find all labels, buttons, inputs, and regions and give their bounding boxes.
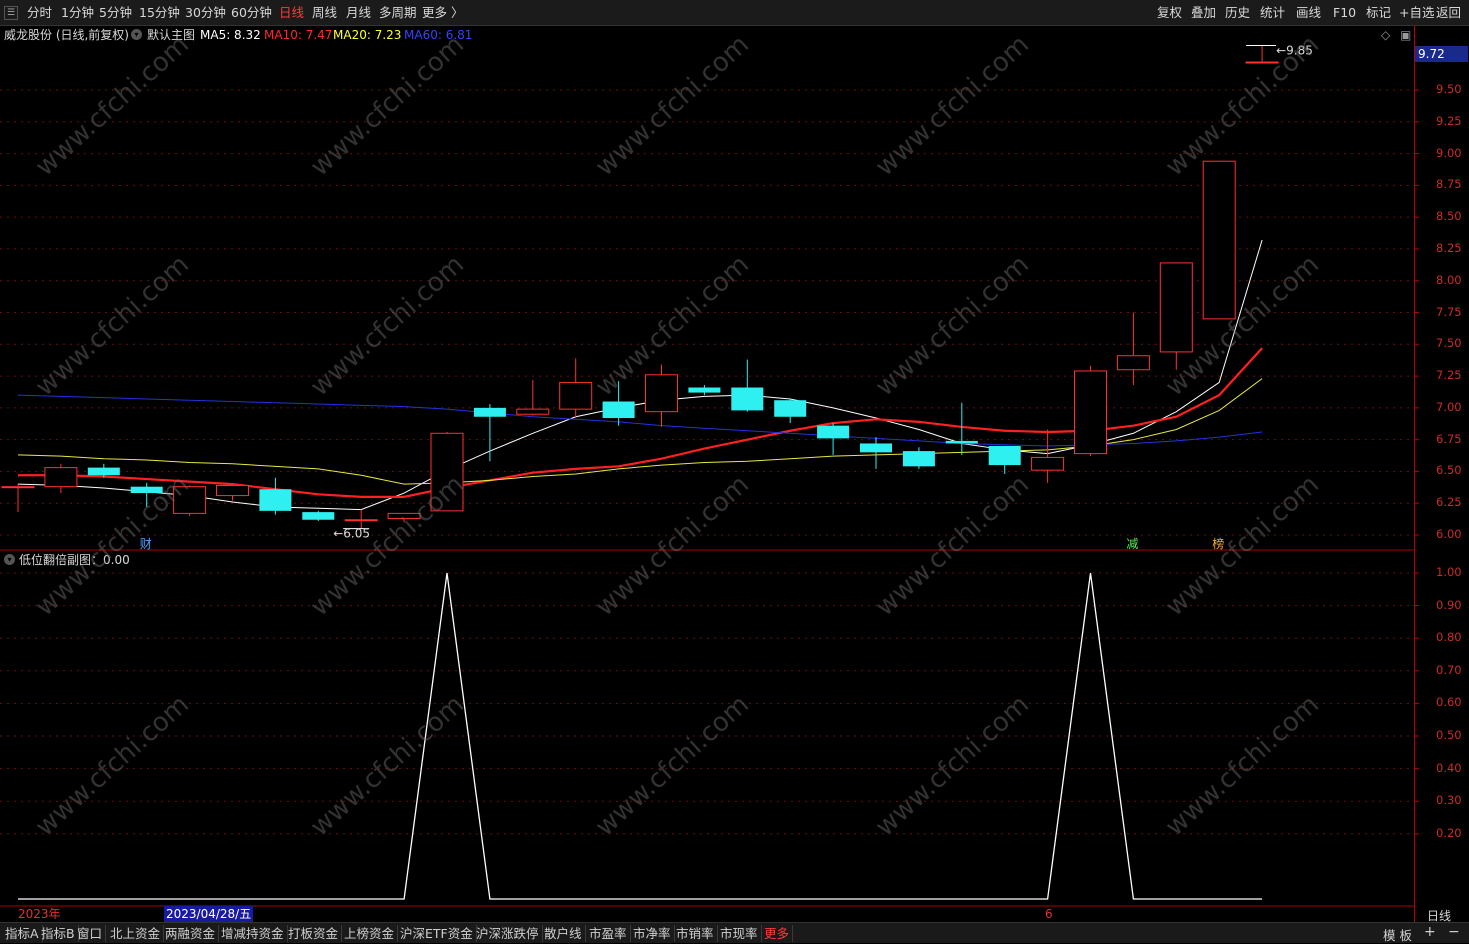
indicator-tab-5[interactable]: 增减持资金 xyxy=(218,925,288,942)
candle-body-up xyxy=(1202,160,1236,320)
candle-body-up xyxy=(516,408,550,415)
indicator-tab-1[interactable]: 指标B xyxy=(38,925,79,942)
indicator-tab-0[interactable]: 指标A xyxy=(2,925,43,942)
candle-body-down xyxy=(902,451,935,467)
candle-body-up xyxy=(1074,370,1107,455)
candle-body-down xyxy=(87,467,120,476)
candle-body-up xyxy=(1031,456,1065,471)
indicator-tab-4[interactable]: 两融资金 xyxy=(162,925,220,942)
candle-body-up xyxy=(1116,355,1150,371)
candle-body-down xyxy=(259,489,292,511)
indicator-tab-6[interactable]: 打板资金 xyxy=(285,925,343,942)
indicator-tab-14[interactable]: 市现率 xyxy=(717,925,762,942)
bottom-indicator-tabs: 指标A 指标B 窗口 北上资金 两融资金 增减持资金 打板资金 上榜资金 沪深ETF资金 沪深涨跌… xyxy=(0,922,1469,943)
indicator-tab-7[interactable]: 上榜资金 xyxy=(341,925,399,942)
candle-body-down xyxy=(688,387,721,393)
candle-body-up xyxy=(344,519,378,522)
candle-body-up xyxy=(559,381,593,410)
indicator-tab-8[interactable]: 沪深ETF资金 xyxy=(397,925,477,942)
indicator-tab-12[interactable]: 市净率 xyxy=(630,925,675,942)
zoom-in-button[interactable]: + xyxy=(1424,924,1436,940)
candle-body-down xyxy=(988,446,1021,466)
candle-body-up xyxy=(1159,262,1193,353)
event-marker: 减 xyxy=(1126,537,1138,551)
candle-body-up xyxy=(216,484,249,497)
indicator-tab-10[interactable]: 散户线 xyxy=(541,925,586,942)
indicator-tab-11[interactable]: 市盈率 xyxy=(586,925,631,942)
indicator-tab-9[interactable]: 沪深涨跌停 xyxy=(473,925,543,942)
candle-body-down xyxy=(945,440,978,444)
candle-body-down xyxy=(302,512,335,520)
indicator-tab-3[interactable]: 北上资金 xyxy=(107,925,165,942)
indicator-tab-2[interactable]: 窗口 xyxy=(74,925,107,942)
indicator-tab-13[interactable]: 市销率 xyxy=(673,925,718,942)
candle-body-down xyxy=(602,401,635,419)
candle-body-down xyxy=(731,387,764,411)
candle-body-down xyxy=(817,425,850,439)
template-button[interactable]: 模 板 xyxy=(1383,925,1412,944)
cursor-date: 2023/04/28/五 xyxy=(164,906,254,922)
low-marker-label: ←6.05 xyxy=(333,527,370,541)
indicator-tab-15[interactable]: 更多 xyxy=(761,925,794,942)
date-axis: 2023年 2023/04/28/五 6 xyxy=(0,906,1414,922)
zoom-out-button[interactable]: − xyxy=(1448,924,1460,940)
candle-body-down xyxy=(774,400,807,417)
candle-body-down xyxy=(473,407,506,417)
candle-body-up xyxy=(44,467,78,488)
candle-body-down xyxy=(860,443,892,453)
year-label: 2023年 xyxy=(18,907,61,921)
candle-body-up xyxy=(1,486,35,489)
candle-body-up xyxy=(645,374,678,413)
month-label: 6 xyxy=(1045,907,1053,921)
